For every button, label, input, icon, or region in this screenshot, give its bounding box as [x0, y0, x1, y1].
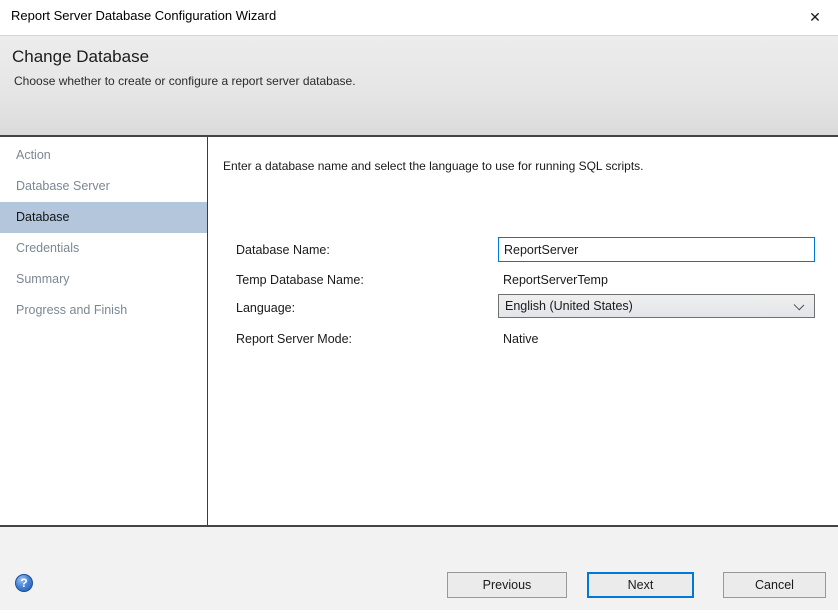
wizard-header: Change Database Choose whether to create… [0, 35, 838, 137]
previous-button[interactable]: Previous [447, 572, 567, 598]
temp-database-name-label: Temp Database Name: [236, 273, 364, 287]
window-title: Report Server Database Configuration Wiz… [11, 8, 276, 23]
database-name-input[interactable] [498, 237, 815, 262]
step-instruction: Enter a database name and select the lan… [223, 159, 644, 173]
cancel-button[interactable]: Cancel [723, 572, 826, 598]
report-server-mode-label: Report Server Mode: [236, 332, 352, 346]
page-title: Change Database [0, 36, 838, 67]
language-dropdown[interactable]: English (United States) [498, 294, 815, 318]
language-label: Language: [236, 301, 295, 315]
database-name-label: Database Name: [236, 243, 330, 257]
close-icon[interactable]: ✕ [804, 6, 826, 28]
wizard-body: Action Database Server Database Credenti… [0, 137, 838, 527]
sidebar-item-summary[interactable]: Summary [0, 264, 207, 295]
sidebar-item-action[interactable]: Action [0, 140, 207, 171]
next-button[interactable]: Next [587, 572, 694, 598]
sidebar-item-progress-and-finish[interactable]: Progress and Finish [0, 295, 207, 326]
chevron-down-icon [794, 300, 805, 311]
page-subtitle: Choose whether to create or configure a … [0, 67, 838, 88]
report-server-mode-value: Native [503, 332, 538, 346]
language-dropdown-value: English (United States) [505, 299, 633, 313]
temp-database-name-value: ReportServerTemp [503, 273, 608, 287]
wizard-window: Report Server Database Configuration Wiz… [0, 0, 838, 614]
sidebar-item-credentials[interactable]: Credentials [0, 233, 207, 264]
steps-sidebar: Action Database Server Database Credenti… [0, 137, 208, 525]
titlebar: Report Server Database Configuration Wiz… [0, 0, 838, 35]
sidebar-item-database-server[interactable]: Database Server [0, 171, 207, 202]
sidebar-item-database[interactable]: Database [0, 202, 207, 233]
wizard-footer: ? Previous Next Cancel [0, 527, 838, 610]
help-icon[interactable]: ? [15, 574, 33, 592]
step-content: Enter a database name and select the lan… [208, 137, 838, 525]
